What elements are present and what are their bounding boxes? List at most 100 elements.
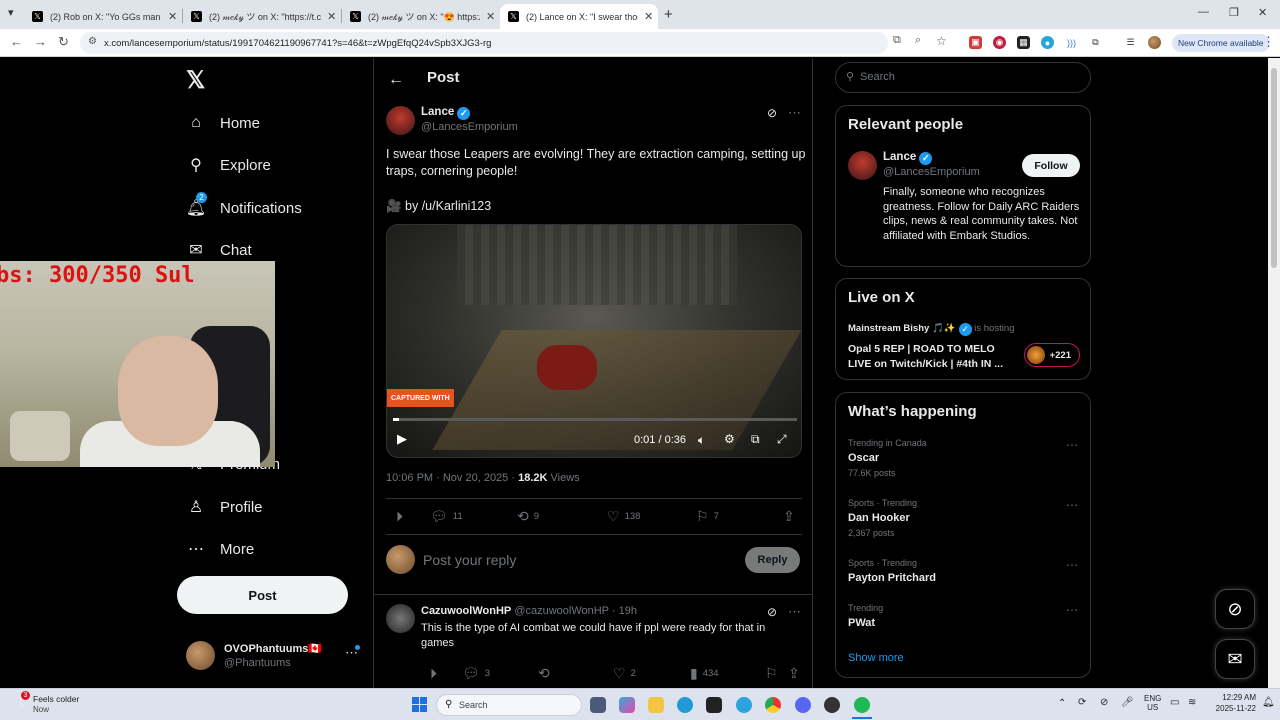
language-indicator[interactable]: ENG US xyxy=(1144,694,1161,712)
reload-icon[interactable]: ↻ xyxy=(58,34,69,50)
x-logo-icon[interactable]: 𝕏 xyxy=(186,66,205,95)
analytics-button[interactable]: ⏵ xyxy=(396,508,408,525)
share-action[interactable]: ⇪ xyxy=(783,508,800,525)
analytics-button[interactable]: ⏵ xyxy=(430,665,442,682)
nav-chat[interactable]: ✉ Chat xyxy=(186,240,251,260)
edge-icon[interactable] xyxy=(677,697,693,713)
avatar[interactable] xyxy=(848,151,877,180)
pip-icon[interactable]: ⧉ xyxy=(751,432,760,447)
video-player[interactable]: CAPTURED WITH ▶ 0:01 / 0:36 🔈︎ ⚙ ⧉ ⤢ xyxy=(386,224,802,458)
sync-icon[interactable]: ⟳ xyxy=(1078,697,1086,708)
like-action[interactable]: ♡ 2 xyxy=(613,665,636,682)
chevron-up-icon[interactable]: ⌃ xyxy=(1058,698,1066,709)
live-host[interactable]: Mainstream Bishy 🎵✨ ✓ is hosting xyxy=(848,323,1014,336)
discord-icon[interactable] xyxy=(795,697,811,713)
live-listeners[interactable]: +221 xyxy=(1024,343,1080,367)
new-chrome-button[interactable]: New Chrome available xyxy=(1172,34,1270,52)
back-arrow-icon[interactable]: ← xyxy=(388,71,404,89)
post-button[interactable]: Post xyxy=(177,576,348,614)
extension-icon[interactable]: ▣ xyxy=(969,36,982,49)
more-dots-icon[interactable]: ⋯ xyxy=(788,105,801,121)
reply-input[interactable]: Post your reply xyxy=(423,552,516,568)
page-scrollbar[interactable] xyxy=(1268,58,1280,688)
close-icon[interactable]: ✕ xyxy=(644,10,653,23)
views-action[interactable]: ▮ 434 xyxy=(690,665,719,682)
grok-icon[interactable]: ⊘ xyxy=(767,106,777,120)
nav-notifications[interactable]: 🔔︎ 2 Notifications xyxy=(186,192,302,218)
fullscreen-icon[interactable]: ⤢ xyxy=(777,432,787,447)
nav-more[interactable]: ⋯ More xyxy=(186,539,254,559)
repost-action[interactable]: ⟲ 9 xyxy=(517,508,539,525)
trend-item[interactable]: Trending PWat ⋯ xyxy=(848,603,1084,629)
reply-author-avatar[interactable] xyxy=(386,604,415,633)
reply-action[interactable]: 💬︎ 11 xyxy=(430,508,463,525)
close-icon[interactable]: ✕ xyxy=(327,10,336,23)
install-icon[interactable]: ⧉ xyxy=(893,34,901,47)
windows-start-icon[interactable] xyxy=(412,697,427,712)
site-info-icon[interactable]: ⚙ xyxy=(88,36,97,47)
close-icon[interactable]: ✕ xyxy=(168,10,177,23)
maximize-button[interactable]: ❐ xyxy=(1229,6,1239,19)
share-action[interactable]: ⇪ xyxy=(788,665,805,682)
minimize-button[interactable]: — xyxy=(1198,6,1209,18)
app-icon[interactable] xyxy=(706,697,722,713)
taskbar-search[interactable]: ⚲ Search xyxy=(436,694,582,716)
account-switcher[interactable]: OVOPhantuums🇨🇦 @Phantuums ⋯ xyxy=(186,641,366,671)
trend-item[interactable]: Trending in Canada Oscar 77.6K posts ⋯ xyxy=(848,438,1084,478)
extensions-puzzle-icon[interactable]: ⧉ xyxy=(1089,36,1102,49)
scrollbar-thumb[interactable] xyxy=(1271,68,1277,268)
task-view-icon[interactable] xyxy=(590,697,606,713)
extension-icon[interactable]: ))) xyxy=(1065,36,1078,49)
close-window-button[interactable]: ✕ xyxy=(1258,6,1267,19)
tweet-author-avatar[interactable] xyxy=(386,106,415,135)
grok-fab-icon[interactable]: ⊘ xyxy=(1215,589,1255,629)
nav-home[interactable]: ⌂ Home xyxy=(186,113,260,133)
nav-explore[interactable]: ⚲ Explore xyxy=(186,155,271,175)
follow-button[interactable]: Follow xyxy=(1022,154,1080,177)
file-explorer-icon[interactable] xyxy=(648,697,664,713)
close-icon[interactable]: ✕ xyxy=(486,10,495,23)
browser-tab[interactable]: 𝕏 (2) Rob on X: "Yo GGs man you ✕ xyxy=(24,4,182,29)
bookmark-star-icon[interactable]: ☆ xyxy=(936,34,947,48)
profile-avatar[interactable] xyxy=(1148,36,1161,49)
spotify-icon[interactable] xyxy=(854,697,870,713)
extension-icon[interactable]: ▦ xyxy=(1017,36,1030,49)
more-dots-icon[interactable]: ⋯ xyxy=(788,604,801,620)
new-tab-button[interactable]: + xyxy=(664,6,673,23)
more-dots-icon[interactable]: ⋯ xyxy=(1066,498,1078,512)
more-dots-icon[interactable]: ⋯ xyxy=(1066,603,1078,617)
obs-icon[interactable] xyxy=(824,697,840,713)
reply-author[interactable]: CazuwoolWonHP @cazuwoolWonHP · 19h xyxy=(421,605,637,617)
bookmark-action[interactable]: ⚐ 7 xyxy=(696,508,719,525)
browser-tab[interactable]: 𝕏 (2) 𝓂𝑒𝓀𝓎 ツ on X: "https://t.co/7 ✕ xyxy=(183,4,341,29)
wifi-icon[interactable]: ≋ xyxy=(1188,697,1196,708)
tweet-author[interactable]: Lance ✓ xyxy=(421,106,471,120)
clock[interactable]: 12:29 AM 2025-11-22 xyxy=(1204,693,1256,713)
search-box[interactable]: ⚲ Search xyxy=(835,62,1091,93)
play-icon[interactable]: ▶ xyxy=(397,431,407,447)
person-name[interactable]: Lance ✓ xyxy=(883,151,933,165)
browser-tab[interactable]: 𝕏 (2) 𝓂𝑒𝓀𝓎 ツ on X: "😍 https://t.c ✕ xyxy=(342,4,500,29)
trend-item[interactable]: Sports · Trending Dan Hooker 2,367 posts… xyxy=(848,498,1084,538)
more-dots-icon[interactable]: ⋯ xyxy=(1066,558,1078,572)
extension-icon[interactable]: ◉ xyxy=(993,36,1006,49)
show-more-link[interactable]: Show more xyxy=(848,652,904,664)
volume-icon[interactable]: 🔈︎ xyxy=(698,433,705,448)
back-icon[interactable]: ← xyxy=(10,34,23,49)
browser-tab-active[interactable]: 𝕏 (2) Lance on X: "I swear those L ✕ xyxy=(500,4,658,29)
zoom-icon[interactable]: ⌕ xyxy=(915,34,921,47)
extension-icon[interactable]: ● xyxy=(1041,36,1054,49)
reply-button[interactable]: Reply xyxy=(745,547,800,573)
network-off-icon[interactable]: ⊘ xyxy=(1100,697,1108,708)
copilot-icon[interactable] xyxy=(619,697,635,713)
like-action[interactable]: ♡ 138 xyxy=(607,508,640,525)
notification-bell-icon[interactable]: 🔔︎ xyxy=(1262,697,1275,708)
telegram-icon[interactable] xyxy=(736,697,752,713)
forward-icon[interactable]: → xyxy=(34,34,47,49)
reading-list-icon[interactable]: ☰ xyxy=(1124,36,1137,49)
display-icon[interactable]: ▭ xyxy=(1170,697,1179,708)
reply-action[interactable]: 💬︎ 3 xyxy=(462,665,490,682)
messages-fab-icon[interactable]: ✉ xyxy=(1215,639,1255,679)
search-input[interactable]: Search xyxy=(860,71,895,83)
live-title[interactable]: Opal 5 REP | ROAD TO MELO LIVE on Twitch… xyxy=(848,342,1018,372)
